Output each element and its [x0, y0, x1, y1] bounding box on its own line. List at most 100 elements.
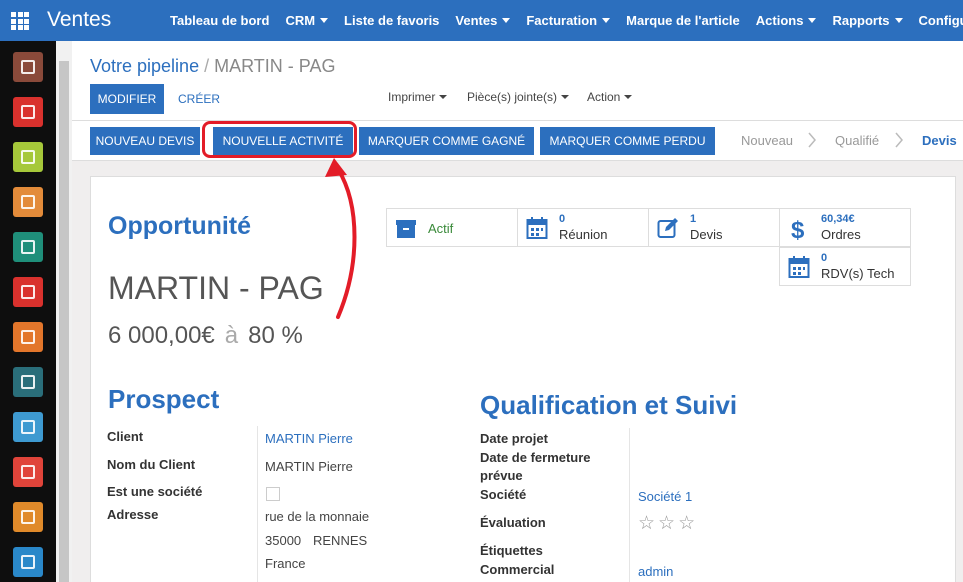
attachments-dropdown[interactable]: Pièce(s) jointe(s): [467, 90, 570, 104]
menu-item[interactable]: Actions: [756, 13, 817, 28]
app-glyph: [21, 510, 35, 524]
attachments-label: Pièce(s) jointe(s): [467, 90, 558, 104]
app-glyph: [21, 330, 35, 344]
app-glyph: [21, 240, 35, 254]
app-glyph: [21, 420, 35, 434]
revenue-at: à: [224, 322, 239, 349]
quotations-stat-button[interactable]: 1 Devis: [648, 208, 780, 247]
mark-won-button[interactable]: MARQUER COMME GAGNÉ: [359, 127, 534, 155]
app-sidebar: [0, 41, 56, 582]
company-label: Société: [480, 487, 527, 502]
star-icon[interactable]: ☆: [638, 513, 658, 534]
menu-item-label: Configuration: [918, 13, 963, 28]
quotations-count: 1: [690, 213, 697, 225]
new-quotation-button[interactable]: NOUVEAU DEVIS: [90, 127, 200, 155]
calendar-icon[interactable]: [13, 142, 43, 172]
apps-menu-icon[interactable]: [11, 12, 29, 30]
menu-item-label: CRM: [285, 13, 316, 28]
menu-item-label: Marque de l'article: [626, 13, 740, 28]
rating-stars[interactable]: ☆☆☆: [638, 512, 698, 535]
menu-item[interactable]: Configuration: [919, 13, 963, 28]
svg-text:$: $: [791, 217, 805, 240]
menu-item-label: Ventes: [455, 13, 498, 28]
tech-appointments-stat-button[interactable]: 0 RDV(s) Tech: [779, 247, 911, 286]
menu-item-label: Rapports: [832, 13, 890, 28]
is-company-label: Est une société: [107, 484, 203, 499]
star-icon[interactable]: ☆: [658, 513, 678, 534]
breadcrumb-pipeline-link[interactable]: Votre pipeline: [90, 56, 199, 76]
client-name-value: MARTIN Pierre: [265, 459, 353, 474]
chevron-down-icon: [602, 18, 611, 23]
print-dropdown[interactable]: Imprimer: [388, 90, 448, 104]
address-city: RENNES: [313, 533, 368, 548]
meetings-stat-button[interactable]: 0 Réunion: [517, 208, 649, 247]
prospect-heading: Prospect: [108, 384, 220, 414]
puzzle-icon[interactable]: [13, 547, 43, 577]
contacts-icon[interactable]: [13, 232, 43, 262]
salesperson-link[interactable]: admin: [638, 564, 673, 579]
edit-button[interactable]: MODIFIER: [90, 84, 164, 114]
menu-item-label: Actions: [755, 13, 804, 28]
revenue-line: 6 000,00€ à 80 %: [108, 322, 303, 350]
active-stat-button[interactable]: Actif: [386, 208, 518, 247]
app-title: Ventes: [47, 8, 112, 31]
orders-stat-button[interactable]: $ 60,34€ Ordres: [779, 208, 911, 247]
menu-item-label: Tableau de bord: [170, 13, 270, 28]
salesperson-label: Commercial: [480, 562, 555, 577]
mark-lost-button[interactable]: MARQUER COMME PERDU: [540, 127, 715, 155]
field-divider: [629, 428, 630, 582]
chart-icon[interactable]: [13, 322, 43, 352]
top-navbar: Ventes Tableau de bord CRM Liste de favori…: [0, 0, 963, 41]
spreadsheet-icon[interactable]: [13, 367, 43, 397]
menu-item[interactable]: CRM: [285, 13, 329, 28]
folder-icon[interactable]: [13, 277, 43, 307]
breadcrumb-current: MARTIN - PAG: [214, 56, 336, 76]
document-icon[interactable]: [13, 502, 43, 532]
star-icon[interactable]: ☆: [678, 513, 698, 534]
client-link[interactable]: MARTIN Pierre: [265, 431, 353, 446]
company-link[interactable]: Société 1: [638, 489, 692, 504]
chevron-down-icon: [808, 18, 817, 23]
quotations-label: Devis: [690, 227, 723, 242]
stage-chevron-icon: [895, 132, 903, 148]
opportunity-heading: Opportunité: [108, 212, 252, 240]
menu-item[interactable]: Marque de l'article: [626, 13, 740, 28]
chevron-down-icon: [439, 95, 448, 99]
closing-date-label-1: Date de fermeture: [480, 450, 591, 465]
orders-label: Ordres: [821, 227, 861, 242]
main-menu: Tableau de bord CRM Liste de favoris Ventes…: [170, 13, 963, 28]
building-icon[interactable]: [13, 457, 43, 487]
app-glyph: [21, 285, 35, 299]
card-icon[interactable]: [13, 412, 43, 442]
sidebar-scrollbar[interactable]: [56, 41, 72, 582]
opportunity-name: MARTIN - PAG: [108, 270, 324, 306]
client-name-label: Nom du Client: [107, 457, 196, 472]
action-label: Action: [587, 90, 621, 104]
chevron-down-icon: [624, 95, 633, 99]
breadcrumb-separator: /: [204, 56, 210, 76]
mail-icon[interactable]: [13, 97, 43, 127]
location-pin-icon[interactable]: [13, 187, 43, 217]
create-button[interactable]: CRÉER: [178, 84, 220, 114]
orders-amount: 60,34€: [821, 213, 855, 225]
scrollbar-thumb[interactable]: [59, 61, 69, 582]
calendar-icon: [526, 217, 548, 239]
stage-devis[interactable]: Devis: [922, 133, 957, 148]
action-dropdown[interactable]: Action: [587, 90, 633, 104]
stage-chevron-icon: [808, 132, 816, 148]
tech-appointments-count: 0: [821, 252, 828, 264]
app-glyph: [21, 195, 35, 209]
menu-item[interactable]: Ventes: [455, 13, 511, 28]
chevron-down-icon: [320, 18, 329, 23]
is-company-checkbox[interactable]: [266, 487, 280, 501]
menu-item[interactable]: Tableau de bord: [170, 13, 269, 28]
discuss-icon[interactable]: [13, 52, 43, 82]
stage-nouveau[interactable]: Nouveau: [741, 133, 793, 148]
menu-item[interactable]: Rapports: [832, 13, 903, 28]
chevron-down-icon: [894, 18, 903, 23]
qualification-heading: Qualification et Suivi: [480, 390, 738, 420]
menu-item[interactable]: Liste de favoris: [344, 13, 439, 28]
menu-item[interactable]: Facturation: [526, 13, 611, 28]
archive-icon: [396, 220, 416, 238]
stage-qualifie[interactable]: Qualifié: [835, 133, 879, 148]
